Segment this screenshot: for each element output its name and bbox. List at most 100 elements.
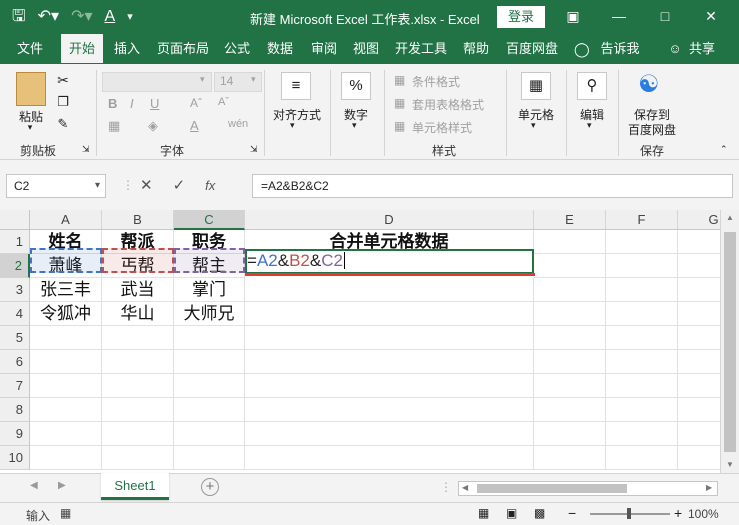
- cell-e4[interactable]: [534, 302, 606, 326]
- page-break-view-icon[interactable]: ▩: [534, 506, 545, 520]
- horizontal-scrollbar[interactable]: ◀ ▶: [458, 481, 718, 496]
- tab-view[interactable]: 视图: [348, 34, 384, 64]
- cell-f1[interactable]: [606, 230, 678, 254]
- cell-b10[interactable]: [102, 446, 174, 470]
- cell-e1[interactable]: [534, 230, 606, 254]
- tab-formulas[interactable]: 公式: [219, 34, 255, 64]
- row-header-10[interactable]: 10: [0, 446, 30, 470]
- cell-f8[interactable]: [606, 398, 678, 422]
- cell-f2[interactable]: [606, 254, 678, 278]
- chevron-down-icon[interactable]: ▾: [95, 175, 100, 197]
- editing-dropdown-icon[interactable]: ▾: [587, 120, 592, 131]
- zoom-level[interactable]: 100%: [688, 507, 719, 521]
- collapse-ribbon-icon[interactable]: ⌃: [720, 144, 728, 155]
- confirm-icon[interactable]: ✓: [173, 174, 186, 198]
- cell-e6[interactable]: [534, 350, 606, 374]
- cell-style-button[interactable]: 单元格样式: [412, 119, 472, 136]
- login-button[interactable]: 登录: [497, 6, 545, 28]
- grow-font-icon[interactable]: Aˆ: [190, 96, 202, 110]
- tab-help[interactable]: 帮助: [458, 34, 494, 64]
- cell-c6[interactable]: [174, 350, 245, 374]
- font-size-dropdown-icon[interactable]: ▾: [251, 74, 256, 85]
- vertical-scroll-thumb[interactable]: [724, 232, 736, 452]
- drag-handle-icon[interactable]: ⋮: [122, 178, 134, 192]
- tab-page-layout[interactable]: 页面布局: [151, 34, 215, 64]
- sheet-next-icon[interactable]: ▶: [58, 480, 66, 491]
- cell-c10[interactable]: [174, 446, 245, 470]
- cell-a8[interactable]: [30, 398, 102, 422]
- font-name-dropdown-icon[interactable]: ▾: [200, 74, 205, 85]
- cell-d7[interactable]: [245, 374, 534, 398]
- name-box[interactable]: C2 ▾: [6, 174, 106, 198]
- cell-d5[interactable]: [245, 326, 534, 350]
- cell-c4[interactable]: 大师兄: [174, 302, 245, 326]
- column-header-e[interactable]: E: [534, 210, 606, 230]
- add-sheet-icon[interactable]: +: [201, 478, 219, 496]
- conditional-format-button[interactable]: 条件格式: [412, 73, 460, 90]
- cell-c3[interactable]: 掌门: [174, 278, 245, 302]
- cell-a10[interactable]: [30, 446, 102, 470]
- insert-function-icon[interactable]: fx: [205, 174, 215, 198]
- column-header-a[interactable]: A: [30, 210, 102, 230]
- paste-icon[interactable]: [16, 72, 46, 106]
- cell-b9[interactable]: [102, 422, 174, 446]
- tab-developer[interactable]: 开发工具: [391, 34, 451, 64]
- cell-a4[interactable]: 令狐冲: [30, 302, 102, 326]
- cell-d2-editing-text[interactable]: =A2&B2&C2: [247, 251, 345, 271]
- cell-b4[interactable]: 华山: [102, 302, 174, 326]
- search-icon[interactable]: ⚲: [577, 72, 607, 100]
- tab-home[interactable]: 开始: [61, 34, 103, 65]
- cut-icon[interactable]: ✂: [54, 72, 72, 89]
- cell-e8[interactable]: [534, 398, 606, 422]
- ribbon-display-icon[interactable]: ▣: [550, 6, 596, 26]
- cell-e3[interactable]: [534, 278, 606, 302]
- cell-c5[interactable]: [174, 326, 245, 350]
- paste-dropdown-icon[interactable]: ▾: [18, 122, 42, 133]
- cell-a9[interactable]: [30, 422, 102, 446]
- cell-a7[interactable]: [30, 374, 102, 398]
- select-all-corner[interactable]: [0, 210, 30, 230]
- cell-f6[interactable]: [606, 350, 678, 374]
- cell-e10[interactable]: [534, 446, 606, 470]
- cell-f5[interactable]: [606, 326, 678, 350]
- format-painter-icon[interactable]: ✎: [54, 116, 72, 132]
- fill-color-icon[interactable]: ◈: [148, 118, 158, 134]
- cell-d4[interactable]: [245, 302, 534, 326]
- tab-file[interactable]: 文件: [8, 34, 52, 64]
- cell-d10[interactable]: [245, 446, 534, 470]
- font-launcher-icon[interactable]: ⇲: [250, 144, 258, 155]
- undo-icon[interactable]: ↶▾: [38, 8, 59, 26]
- row-header-8[interactable]: 8: [0, 398, 30, 422]
- italic-icon[interactable]: I: [130, 96, 134, 111]
- cell-a6[interactable]: [30, 350, 102, 374]
- text-color-icon[interactable]: A: [190, 118, 199, 133]
- borders-icon[interactable]: ▦: [108, 118, 120, 134]
- cell-b8[interactable]: [102, 398, 174, 422]
- cancel-icon[interactable]: ✕: [140, 174, 153, 198]
- row-header-6[interactable]: 6: [0, 350, 30, 374]
- tell-me-box[interactable]: 告诉我: [598, 34, 642, 64]
- cell-f3[interactable]: [606, 278, 678, 302]
- column-header-b[interactable]: B: [102, 210, 174, 230]
- vertical-scrollbar[interactable]: ▲ ▼: [720, 210, 739, 473]
- cell-f4[interactable]: [606, 302, 678, 326]
- cell-d9[interactable]: [245, 422, 534, 446]
- column-header-f[interactable]: F: [606, 210, 678, 230]
- zoom-out-icon[interactable]: −: [568, 505, 576, 521]
- cell-a3[interactable]: 张三丰: [30, 278, 102, 302]
- scroll-up-icon[interactable]: ▲: [726, 213, 734, 222]
- row-header-3[interactable]: 3: [0, 278, 30, 302]
- cell-b3[interactable]: 武当: [102, 278, 174, 302]
- cells-dropdown-icon[interactable]: ▾: [531, 120, 536, 131]
- sheet-tab-sheet1[interactable]: Sheet1: [101, 473, 169, 500]
- cell-e9[interactable]: [534, 422, 606, 446]
- cell-d8[interactable]: [245, 398, 534, 422]
- tab-baidu[interactable]: 百度网盘: [502, 34, 562, 64]
- cell-d3[interactable]: [245, 278, 534, 302]
- tab-review[interactable]: 审阅: [306, 34, 342, 64]
- shrink-font-icon[interactable]: Aˇ: [218, 96, 229, 108]
- formula-input[interactable]: =A2&B2&C2: [252, 174, 733, 198]
- percent-icon[interactable]: %: [341, 72, 371, 100]
- share-button[interactable]: 共享: [688, 34, 716, 64]
- cell-f9[interactable]: [606, 422, 678, 446]
